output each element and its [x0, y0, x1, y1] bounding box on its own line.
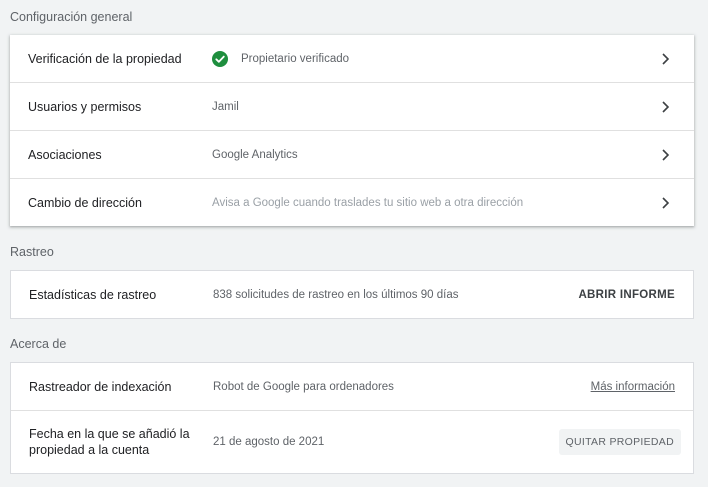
row-value: 838 solicitudes de rastreo en los último… — [213, 288, 459, 301]
more-info-link[interactable]: Más información — [591, 381, 675, 393]
general-settings-card: Verificación de la propiedad Propietario… — [10, 35, 694, 226]
row-label: Cambio de dirección — [28, 195, 142, 210]
row-label: Rastreador de indexación — [29, 379, 172, 394]
row-value: Google Analytics — [212, 148, 298, 161]
row-value: Avisa a Google cuando traslades tu sitio… — [212, 196, 524, 209]
section-title-general: Configuración general — [10, 10, 133, 24]
row-label: Verificación de la propiedad — [28, 51, 182, 66]
section-title-about: Acerca de — [10, 337, 67, 351]
row-indexing-crawler: Rastreador de indexación Robot de Google… — [11, 363, 693, 411]
row-label: Usuarios y permisos — [28, 99, 142, 114]
row-label: Fecha en la que se añadió la propiedad a… — [29, 427, 190, 457]
check-circle-icon — [212, 50, 228, 67]
row-label: Estadísticas de rastreo — [29, 287, 157, 302]
about-card: Rastreador de indexación Robot de Google… — [10, 362, 694, 474]
open-report-button[interactable]: ABRIR INFORME — [578, 289, 675, 301]
remove-property-button[interactable]: QUITAR PROPIEDAD — [558, 429, 681, 455]
row-associations[interactable]: Asociaciones Google Analytics — [10, 131, 694, 179]
chevron-right-icon — [662, 52, 670, 65]
section-title-crawl: Rastreo — [10, 245, 54, 259]
row-value: Jamil — [212, 100, 239, 113]
row-value: 21 de agosto de 2021 — [213, 436, 325, 448]
row-change-of-address[interactable]: Cambio de dirección Avisa a Google cuand… — [10, 179, 694, 226]
row-value: Robot de Google para ordenadores — [213, 380, 394, 393]
verified-status-text: Propietario verificado — [241, 52, 350, 65]
chevron-right-icon — [662, 196, 670, 209]
row-users-permissions[interactable]: Usuarios y permisos Jamil — [10, 83, 694, 131]
row-label: Asociaciones — [28, 147, 102, 162]
crawl-card: Estadísticas de rastreo 838 solicitudes … — [10, 270, 694, 319]
chevron-right-icon — [662, 148, 670, 161]
chevron-right-icon — [662, 100, 670, 113]
row-value: Propietario verificado — [212, 50, 350, 67]
row-property-added-date: Fecha en la que se añadió la propiedad a… — [11, 411, 693, 473]
row-crawl-stats: Estadísticas de rastreo 838 solicitudes … — [11, 271, 693, 318]
row-ownership-verification[interactable]: Verificación de la propiedad Propietario… — [10, 35, 694, 83]
